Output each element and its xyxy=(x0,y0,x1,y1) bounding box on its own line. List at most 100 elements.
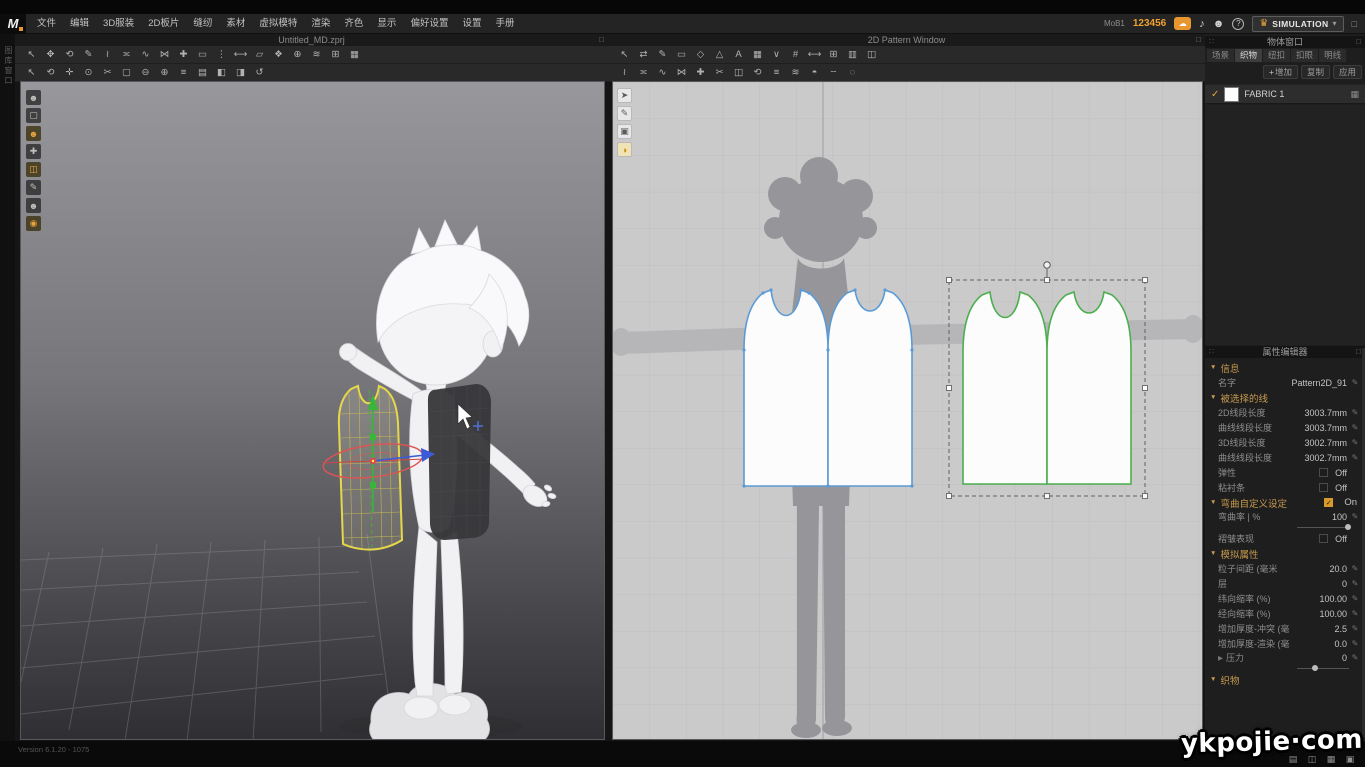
edit-icon[interactable]: ✎ xyxy=(1350,624,1360,633)
gizmo-tool[interactable]: ⊕ xyxy=(289,48,306,62)
app-logo[interactable]: M xyxy=(0,14,26,34)
fabric-options-icon[interactable]: ▦ xyxy=(1350,89,1359,100)
section-simulation-properties[interactable]: ▼模拟属性 xyxy=(1205,546,1365,561)
menu-item[interactable]: 显示 xyxy=(370,14,403,34)
pressure-slider[interactable] xyxy=(1297,664,1349,672)
menu-item[interactable]: 2D板片 xyxy=(141,14,186,34)
elastic-checkbox[interactable] xyxy=(1319,468,1328,477)
object-window-tab[interactable]: 扣眼 xyxy=(1291,49,1318,62)
notch-tool[interactable]: ∨ xyxy=(768,48,785,62)
fold-2d-tool[interactable]: ◓ xyxy=(806,66,823,80)
pin-display-toggle[interactable]: ✚ xyxy=(26,144,41,159)
pin-2d-tool[interactable]: ✚ xyxy=(692,66,709,80)
zoom-tool[interactable]: ⊙ xyxy=(80,66,97,80)
seam-allowance-tool[interactable]: # xyxy=(787,48,804,62)
rotate-view-tool[interactable]: ⟲ xyxy=(61,48,78,62)
expand-window-icon[interactable]: □ xyxy=(599,34,604,46)
pin-tool[interactable]: ✚ xyxy=(175,48,192,62)
custom-bending-checkbox[interactable]: ✓ xyxy=(1324,498,1333,507)
show-garment-toggle[interactable]: ▢ xyxy=(26,108,41,123)
edit-sewing-tool[interactable]: ≀ xyxy=(99,48,116,62)
menu-item[interactable]: 渲染 xyxy=(304,14,337,34)
edit-icon[interactable]: ✎ xyxy=(1350,653,1360,662)
polygon-tool[interactable]: ◇ xyxy=(692,48,709,62)
check-sewing-2d-tool[interactable]: ⋈ xyxy=(673,66,690,80)
dart-tool[interactable]: △ xyxy=(711,48,728,62)
menu-item[interactable]: 偏好设置 xyxy=(403,14,455,34)
box-select-tool[interactable]: ▢ xyxy=(118,66,135,80)
transform-2d-tool[interactable]: ⇄ xyxy=(635,48,652,62)
flatten-tool[interactable]: ▱ xyxy=(251,48,268,62)
edit-icon[interactable]: ✎ xyxy=(1350,378,1360,387)
mesh-display-toggle[interactable]: ◫ xyxy=(26,162,41,177)
expand-window-icon[interactable]: □ xyxy=(1196,34,1201,46)
select-tool[interactable]: ↖ xyxy=(23,48,40,62)
edit-icon[interactable]: ✎ xyxy=(1350,438,1360,447)
mn-sewing-tool[interactable]: ⋈ xyxy=(156,48,173,62)
remove-tool[interactable]: ⊖ xyxy=(137,66,154,80)
library-collapsed-panel[interactable]: 图库窗口 xyxy=(0,34,15,741)
menu-item[interactable]: 文件 xyxy=(30,14,63,34)
left-half-view[interactable]: ◧ xyxy=(213,66,230,80)
object-window-header[interactable]: ∷ 物体窗口 □ xyxy=(1205,36,1365,48)
baseline-2d-tool[interactable]: ╌ xyxy=(825,66,842,80)
add-tool[interactable]: ⊕ xyxy=(156,66,173,80)
menu-item[interactable]: 虚拟模特 xyxy=(252,14,304,34)
fabric-swatch[interactable] xyxy=(1224,87,1239,102)
slider-knob[interactable] xyxy=(1345,524,1351,530)
text-tool[interactable]: A xyxy=(730,48,747,62)
fabric-list-item[interactable]: ✓ FABRIC 1 ▦ xyxy=(1205,84,1365,104)
body-display-toggle[interactable]: ☻ xyxy=(26,198,41,213)
expand-panel-icon[interactable]: □ xyxy=(1356,346,1361,358)
free-sewing-tool[interactable]: ∿ xyxy=(137,48,154,62)
edit-icon[interactable]: ✎ xyxy=(1350,639,1360,648)
texture-display-toggle[interactable]: ✎ xyxy=(26,180,41,195)
menu-item[interactable]: 齐色 xyxy=(337,14,370,34)
2d-pattern-canvas[interactable] xyxy=(613,82,1203,740)
simulation-button[interactable]: ♛ SIMULATION ▾ xyxy=(1252,16,1343,32)
layout-view-icon-1[interactable]: ▤ xyxy=(1286,753,1300,765)
object-window-tab[interactable]: 纽扣 xyxy=(1263,49,1290,62)
2d-pattern-viewport[interactable]: ➤✎▣◑ xyxy=(612,81,1203,740)
layout-view-icon-4[interactable]: ▣ xyxy=(1343,753,1357,765)
3d-viewport[interactable]: ☻▢☻✚◫✎☻◉ xyxy=(20,81,605,740)
menu-item[interactable]: 素材 xyxy=(219,14,252,34)
shrinkage-2d-tool[interactable]: ≋ xyxy=(787,66,804,80)
fusible-tape-checkbox[interactable] xyxy=(1319,483,1328,492)
rect-pattern-tool[interactable]: ▭ xyxy=(673,48,690,62)
segment-sewing-tool[interactable]: ≍ xyxy=(118,48,135,62)
avatar-display-mode[interactable]: ☻ xyxy=(26,126,41,141)
grading-tool[interactable]: ▦ xyxy=(749,48,766,62)
edit-icon[interactable]: ✎ xyxy=(1350,594,1360,603)
object-window-tab[interactable]: 明线 xyxy=(1319,49,1346,62)
help-icon[interactable]: ? xyxy=(1232,18,1244,30)
expand-panel-icon[interactable]: □ xyxy=(1356,36,1361,48)
user-icon[interactable]: ☻ xyxy=(1213,17,1225,31)
pen-2d-tool[interactable]: ✎ xyxy=(654,48,671,62)
crease-checkbox[interactable] xyxy=(1319,534,1328,543)
texture-view-toggle[interactable]: ▥ xyxy=(844,48,861,62)
menu-item[interactable]: 设置 xyxy=(455,14,488,34)
check-icon[interactable]: ✓ xyxy=(1211,89,1219,100)
right-half-view[interactable]: ◨ xyxy=(232,66,249,80)
measure-tool[interactable]: ⟷ xyxy=(232,48,249,62)
edit-icon[interactable]: ✎ xyxy=(1350,408,1360,417)
segment-sewing-2d-tool[interactable]: ≍ xyxy=(635,66,652,80)
maximize-icon[interactable]: □ xyxy=(1352,19,1357,29)
ruler-2d-tool[interactable]: ⟷ xyxy=(806,48,823,62)
curvature-slider[interactable] xyxy=(1297,523,1349,531)
edit-icon[interactable]: ✎ xyxy=(1350,423,1360,432)
edit-icon[interactable]: ✎ xyxy=(1350,564,1360,573)
menu-item[interactable]: 手册 xyxy=(488,14,521,34)
free-sewing-2d-tool[interactable]: ∿ xyxy=(654,66,671,80)
select-2d-tool[interactable]: ↖ xyxy=(616,48,633,62)
edit-icon[interactable]: ✎ xyxy=(1350,453,1360,462)
mirror-tool[interactable]: ◫ xyxy=(863,48,880,62)
snap-toggle[interactable]: ▦ xyxy=(346,48,363,62)
slider-knob[interactable] xyxy=(1312,665,1318,671)
show-avatar-toggle[interactable]: ☻ xyxy=(26,90,41,105)
zipper-tool[interactable]: ⋮ xyxy=(213,48,230,62)
edit-2d-side-tool[interactable]: ✎ xyxy=(617,106,632,121)
scissors-tool[interactable]: ✂ xyxy=(99,66,116,80)
wind-tool[interactable]: ≋ xyxy=(308,48,325,62)
